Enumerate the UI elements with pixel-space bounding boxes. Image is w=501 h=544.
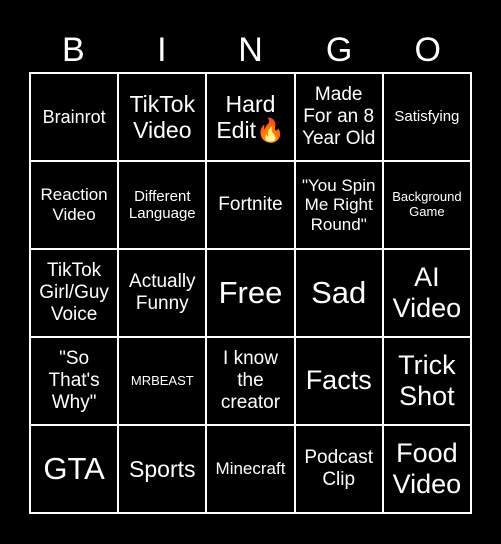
bingo-cell[interactable]: I know the creator xyxy=(206,337,295,425)
header-letter-o: O xyxy=(414,31,441,69)
cell-label: Background Game xyxy=(392,189,462,219)
cell-label: Free xyxy=(218,275,283,311)
bingo-cell[interactable]: Made For an 8 Year Old xyxy=(294,73,383,161)
bingo-cell[interactable]: Different Language xyxy=(118,161,207,249)
bingo-cell[interactable]: Minecraft xyxy=(206,425,295,513)
cell-label: MRBEAST xyxy=(130,372,194,388)
cell-label: Hard Edit🔥 xyxy=(216,90,285,143)
cell-label: Brainrot xyxy=(42,106,106,127)
cell-label: Made For an 8 Year Old xyxy=(302,84,376,149)
bingo-cell[interactable]: Trick Shot xyxy=(382,337,471,425)
cell-label: TikTok Video xyxy=(129,90,196,143)
bingo-cell[interactable]: AI Video xyxy=(382,249,471,337)
bingo-cell[interactable]: "So That's Why" xyxy=(30,337,119,425)
cell-label: AI Video xyxy=(392,261,462,323)
cell-label: Different Language xyxy=(128,187,196,222)
bingo-cell[interactable]: Sad xyxy=(294,249,383,337)
cell-label: "So That's Why" xyxy=(48,348,100,413)
header-letter-b: B xyxy=(61,31,85,69)
cell-label: GTA xyxy=(43,451,105,487)
cell-label: Actually Funny xyxy=(129,271,196,314)
header-letter-g: G xyxy=(325,31,353,69)
bingo-cell[interactable]: Facts xyxy=(294,337,383,425)
bingo-cell[interactable]: MRBEAST xyxy=(118,337,207,425)
bingo-cell[interactable]: Hard Edit🔥 xyxy=(206,73,295,161)
bingo-cell[interactable]: Reaction Video xyxy=(30,161,119,249)
bingo-cell[interactable]: TikTok Video xyxy=(118,73,207,161)
bingo-cell[interactable]: TikTok Girl/Guy Voice xyxy=(30,249,119,337)
cell-label: Reaction Video xyxy=(40,185,108,224)
cell-label: Satisfying xyxy=(394,108,460,126)
cell-label: "You Spin Me Right Round" xyxy=(301,175,376,234)
bingo-cell[interactable]: Actually Funny xyxy=(118,249,207,337)
cell-label: Sports xyxy=(129,455,196,482)
cell-label: Minecraft xyxy=(215,459,286,479)
header-letter-i: I xyxy=(157,31,167,69)
cell-label: Fortnite xyxy=(218,194,283,216)
free-space-cell[interactable]: Free xyxy=(206,249,295,337)
cell-label: Food Video xyxy=(392,437,462,499)
bingo-cell[interactable]: Background Game xyxy=(382,161,471,249)
cell-label: Trick Shot xyxy=(398,349,456,411)
bingo-cell[interactable]: GTA xyxy=(30,425,119,513)
cell-label: TikTok Girl/Guy Voice xyxy=(39,260,109,325)
bingo-cell[interactable]: Brainrot xyxy=(30,73,119,161)
cell-label: Facts xyxy=(305,365,372,396)
bingo-cell[interactable]: "You Spin Me Right Round" xyxy=(294,161,383,249)
bingo-cell[interactable]: Podcast Clip xyxy=(294,425,383,513)
cell-label: Podcast Clip xyxy=(304,447,374,490)
bingo-cell[interactable]: Satisfying xyxy=(382,73,471,161)
header-letter-n: N xyxy=(238,31,263,69)
bingo-cell[interactable]: Food Video xyxy=(382,425,471,513)
bingo-card-grid: Brainrot TikTok Video Hard Edit🔥 Made Fo… xyxy=(29,72,472,514)
cell-label: Sad xyxy=(311,275,367,311)
bingo-cell[interactable]: Fortnite xyxy=(206,161,295,249)
bingo-cell[interactable]: Sports xyxy=(118,425,207,513)
cell-label: I know the creator xyxy=(220,348,281,413)
bingo-header: B I N G O xyxy=(29,28,472,72)
